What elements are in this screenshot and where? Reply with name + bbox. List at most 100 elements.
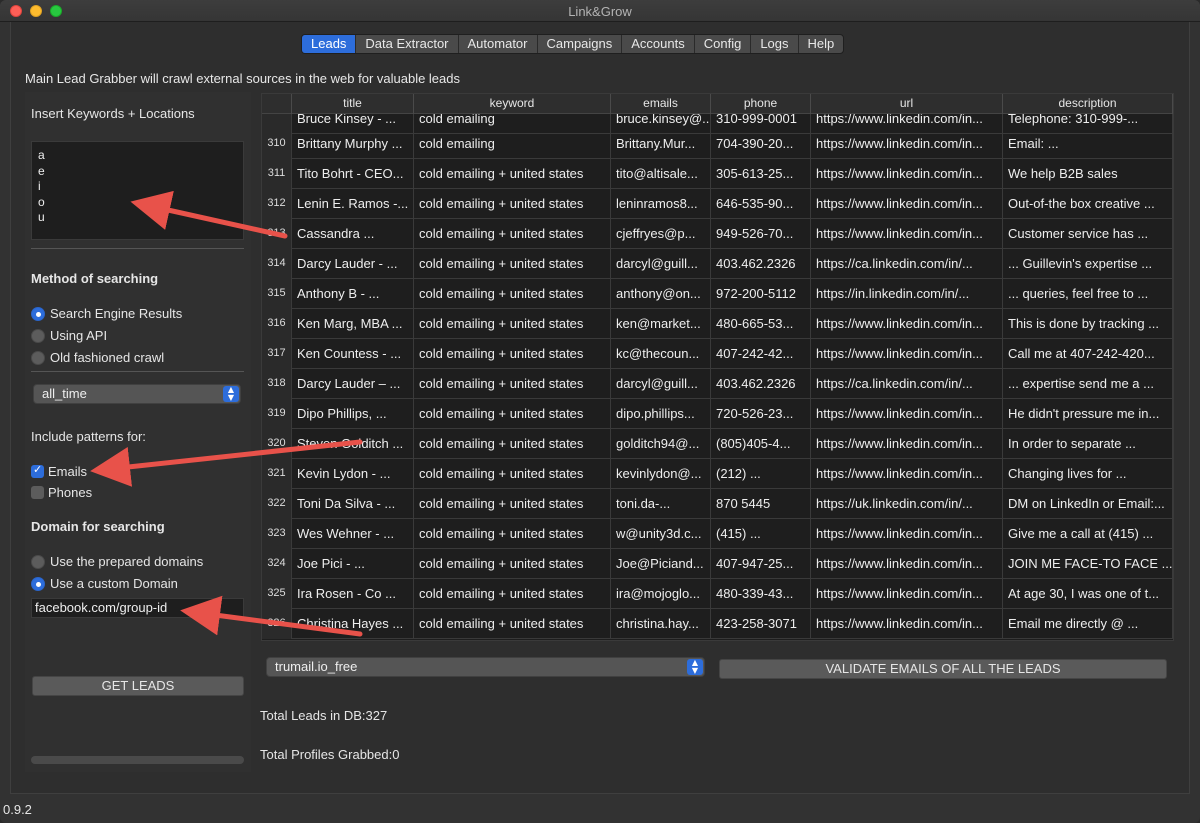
custom-domain-input[interactable]: facebook.com/group-id <box>31 598 244 618</box>
total-profiles-text: Total Profiles Grabbed:0 <box>260 747 400 762</box>
checkbox-label: Phones <box>48 485 93 500</box>
cell-phone: 704-390-20... <box>711 129 811 159</box>
cell-url: https://www.linkedin.com/in... <box>811 519 1003 549</box>
keywords-label: Insert Keywords + Locations <box>31 106 195 121</box>
column-header-url[interactable]: url <box>811 94 1003 114</box>
table-row[interactable]: 314 Darcy Lauder - ... cold emailing + uni… <box>262 249 1173 279</box>
cell-title: Tito Bohrt - CEO... <box>292 159 414 189</box>
cell-email: kc@thecoun... <box>611 339 711 369</box>
tab-data-extractor[interactable]: Data Extractor <box>356 35 459 53</box>
column-header-emails[interactable]: emails <box>611 94 711 114</box>
cell-description: Changing lives for ... <box>1003 459 1173 489</box>
custom-domain-radio[interactable]: Use a custom Domain <box>31 576 178 591</box>
cell-url: https://www.linkedin.com/in... <box>811 459 1003 489</box>
cell-description: ... Guillevin's expertise ... <box>1003 249 1173 279</box>
cell-email: christina.hay... <box>611 609 711 639</box>
phones-checkbox[interactable]: Phones <box>31 485 92 500</box>
cell-keyword: cold emailing + united states <box>414 399 611 429</box>
column-header-title[interactable]: title <box>292 94 414 114</box>
leads-table[interactable]: Bruce Kinsey - ... cold emailing bruce.k… <box>261 93 1174 641</box>
row-number: 311 <box>262 159 292 189</box>
emails-checkbox[interactable]: Emails <box>31 463 87 479</box>
cell-description: We help B2B sales <box>1003 159 1173 189</box>
cell-description: Customer service has ... <box>1003 219 1173 249</box>
cell-phone: 403.462.2326 <box>711 249 811 279</box>
method-search-engine-radio[interactable]: Search Engine Results <box>31 306 182 321</box>
column-header-keyword[interactable]: keyword <box>414 94 611 114</box>
cell-email: ira@mojoglo... <box>611 579 711 609</box>
cell-email: darcyl@guill... <box>611 249 711 279</box>
cell-title: Anthony B - ... <box>292 279 414 309</box>
domain-label: Domain for searching <box>31 519 165 534</box>
row-number: 321 <box>262 459 292 489</box>
table-row[interactable]: 316 Ken Marg, MBA ... cold emailing + unit… <box>262 309 1173 339</box>
cell-email: golditch94@... <box>611 429 711 459</box>
time-range-value: all_time <box>42 386 87 401</box>
radio-icon <box>31 554 45 569</box>
divider <box>31 371 244 372</box>
method-crawl-radio[interactable]: Old fashioned crawl <box>31 350 164 365</box>
cell-phone: 972-200-5112 <box>711 279 811 309</box>
method-api-radio[interactable]: Using API <box>31 328 107 343</box>
table-row[interactable]: 311 Tito Bohrt - CEO... cold emailing + un… <box>262 159 1173 189</box>
cell-url: https://www.linkedin.com/in... <box>811 579 1003 609</box>
table-row[interactable]: 315 Anthony B - ... cold emailing + united… <box>262 279 1173 309</box>
table-row[interactable]: 322 Toni Da Silva - ... cold emailing + un… <box>262 489 1173 519</box>
row-number: 310 <box>262 129 292 159</box>
cell-url: https://www.linkedin.com/in... <box>811 129 1003 159</box>
method-label: Method of searching <box>31 271 159 286</box>
email-validator-select[interactable]: trumail.io_free ▲ ▼ <box>266 657 705 677</box>
radio-label: Using API <box>50 328 108 343</box>
tab-accounts[interactable]: Accounts <box>622 35 695 53</box>
cell-url: https://ca.linkedin.com/in/... <box>811 369 1003 399</box>
row-number: 320 <box>262 429 292 459</box>
cell-title: Wes Wehner - ... <box>292 519 414 549</box>
cell-keyword: cold emailing + united states <box>414 249 611 279</box>
tab-logs[interactable]: Logs <box>751 35 799 53</box>
keyword-line: o <box>38 194 45 209</box>
keywords-textarea[interactable]: a e i o u <box>31 141 244 240</box>
table-row[interactable]: 313 Cassandra ... cold emailing + united s… <box>262 219 1173 249</box>
table-row[interactable]: 323 Wes Wehner - ... cold emailing + unite… <box>262 519 1173 549</box>
validate-emails-button[interactable]: VALIDATE EMAILS OF ALL THE LEADS <box>719 659 1167 679</box>
cell-title: Dipo Phillips, ... <box>292 399 414 429</box>
column-header-phone[interactable]: phone <box>711 94 811 114</box>
table-row[interactable]: 325 Ira Rosen - Co ... cold emailing + uni… <box>262 579 1173 609</box>
cell-url: https://www.linkedin.com/in... <box>811 429 1003 459</box>
table-row[interactable]: 319 Dipo Phillips, ... cold emailing + uni… <box>262 399 1173 429</box>
tab-help[interactable]: Help <box>799 35 844 53</box>
table-row[interactable]: 317 Ken Countess - ... cold emailing + uni… <box>262 339 1173 369</box>
cell-email: tito@altisale... <box>611 159 711 189</box>
keyword-line: i <box>38 179 41 193</box>
header-corner <box>262 94 292 114</box>
get-leads-button[interactable]: GET LEADS <box>32 676 244 696</box>
table-row[interactable]: 318 Darcy Lauder – ... cold emailing + uni… <box>262 369 1173 399</box>
cell-keyword: cold emailing + united states <box>414 159 611 189</box>
column-header-description[interactable]: description <box>1003 94 1173 114</box>
cell-phone: 423-258-3071 <box>711 609 811 639</box>
table-row[interactable]: 312 Lenin E. Ramos -... cold emailing + un… <box>262 189 1173 219</box>
tab-leads[interactable]: Leads <box>302 35 357 53</box>
row-number: 326 <box>262 609 292 639</box>
table-row[interactable]: 320 Steven Golditch ... cold emailing + un… <box>262 429 1173 459</box>
tab-config[interactable]: Config <box>695 35 752 53</box>
row-number: 318 <box>262 369 292 399</box>
table-row[interactable]: 310 Brittany Murphy ... cold emailing Britt… <box>262 129 1173 159</box>
tab-automator[interactable]: Automator <box>459 35 538 53</box>
cell-url: https://www.linkedin.com/in... <box>811 549 1003 579</box>
row-number: 313 <box>262 219 292 249</box>
cell-email: anthony@on... <box>611 279 711 309</box>
cell-title: Ira Rosen - Co ... <box>292 579 414 609</box>
table-row[interactable]: 326 Christina Hayes ... cold emailing + un… <box>262 609 1173 639</box>
cell-email: cjeffryes@p... <box>611 219 711 249</box>
time-range-select[interactable]: all_time ▲ ▼ <box>33 384 241 404</box>
radio-label: Use the prepared domains <box>50 554 204 569</box>
table-row[interactable]: 321 Kevin Lydon - ... cold emailing + unit… <box>262 459 1173 489</box>
tab-campaigns[interactable]: Campaigns <box>538 35 623 53</box>
table-row[interactable]: 324 Joe Pici - ... cold emailing + united … <box>262 549 1173 579</box>
cell-phone: 870 5445 <box>711 489 811 519</box>
cell-title: Lenin E. Ramos -... <box>292 189 414 219</box>
cell-url: https://uk.linkedin.com/in/... <box>811 489 1003 519</box>
cell-phone: (212) ... <box>711 459 811 489</box>
prepared-domains-radio[interactable]: Use the prepared domains <box>31 554 203 569</box>
